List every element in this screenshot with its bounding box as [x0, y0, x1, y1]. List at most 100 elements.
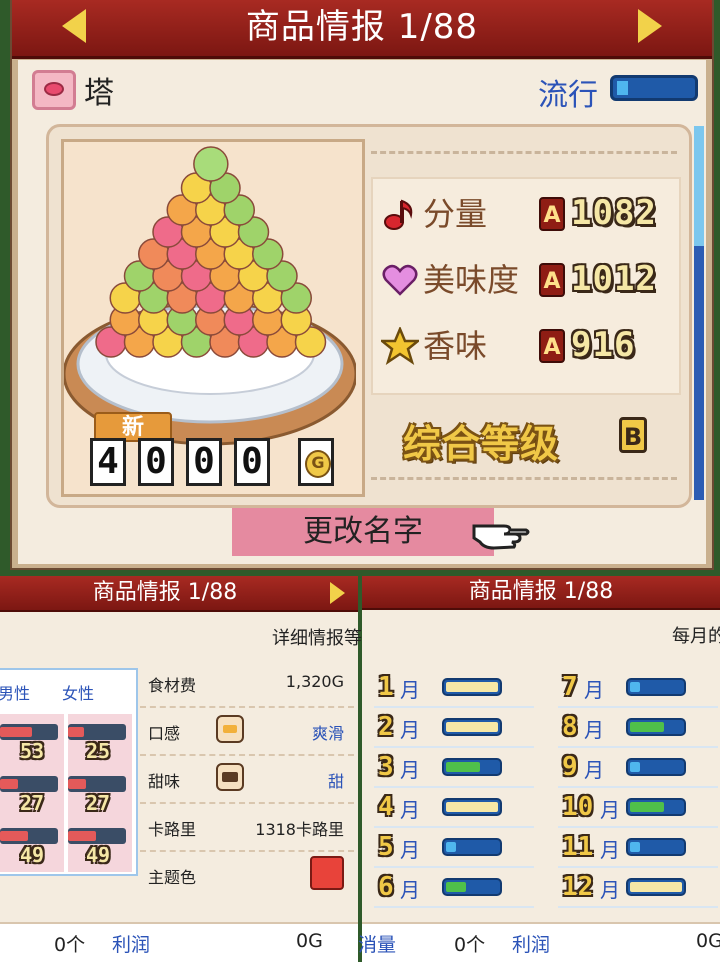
- month-sales-bar: [442, 718, 502, 736]
- month-unit: 月: [584, 758, 604, 782]
- detail-value: 1318卡路里: [255, 820, 344, 839]
- section-title: 详细情报等: [272, 628, 362, 649]
- female-bar: [68, 828, 126, 844]
- month-sales-bar: [626, 838, 686, 856]
- scrollbar-thumb[interactable]: [694, 126, 704, 246]
- panel-header: 商品情报 1/88: [0, 576, 358, 612]
- price-digit: 4: [90, 438, 126, 486]
- overall-grade-badge: B: [619, 417, 647, 453]
- month-row: 1月: [374, 670, 534, 708]
- month-number: 6: [378, 872, 394, 902]
- male-label: 男性: [0, 684, 31, 703]
- panel-header: 商品情报 1/88: [362, 576, 720, 610]
- month-unit: 月: [584, 678, 604, 702]
- music-note-icon: [384, 199, 413, 230]
- month-unit: 月: [400, 718, 420, 742]
- detail-value: 甜: [327, 772, 344, 791]
- month-number: 5: [378, 832, 394, 862]
- month-row: 10 月: [558, 790, 718, 828]
- month-row: 2月: [374, 710, 534, 748]
- star-icon: [381, 327, 419, 365]
- male-bar: [0, 828, 58, 844]
- month-number: 12: [562, 872, 594, 902]
- male-value: 53: [19, 739, 45, 763]
- detail-info-panel: 商品情报 1/88 详细情报等 男性 女性 53 27 49 25 27 49 …: [0, 576, 362, 962]
- detail-list: 食材费 1,320G 口感 爽滑 甜味 甜 卡路里 1318卡路里 主题色: [140, 660, 354, 918]
- month-sales-bar: [442, 798, 502, 816]
- stat-row-aroma: 香味 A 916: [373, 315, 679, 375]
- stats-panel: 分量 A 1082 美味度 A 1012 香味 A 916: [371, 177, 681, 395]
- stat-grade: A: [539, 197, 565, 231]
- month-unit: 月: [600, 798, 620, 822]
- detail-value: 1,320G: [285, 672, 344, 691]
- panel-footer: 消量 0个 利润 0G: [358, 922, 720, 962]
- month-sales-bar: [442, 758, 502, 776]
- month-row: 11 月: [558, 830, 718, 868]
- month-sales-bar: [626, 678, 686, 696]
- male-bar: [0, 724, 58, 740]
- product-image-box: 新 4 0 0 0 G: [61, 139, 365, 497]
- detail-row-calories: 卡路里 1318卡路里: [140, 804, 354, 852]
- product-frame: 新 4 0 0 0 G 分量 A 1082 美味度 A 1012 香味 A 91…: [46, 124, 692, 508]
- stat-label: 分量: [423, 195, 488, 233]
- month-row: 12 月: [558, 870, 718, 908]
- stat-value: 916: [571, 325, 636, 365]
- stat-label: 香味: [423, 327, 488, 365]
- month-number: 3: [378, 752, 394, 782]
- panel-title: 商品情报 1/88: [92, 580, 238, 605]
- month-unit: 月: [584, 718, 604, 742]
- month-row: 4月: [374, 790, 534, 828]
- profit-label: 利润: [112, 934, 151, 956]
- month-sales-bar: [442, 678, 502, 696]
- stat-label: 美味度: [423, 261, 520, 299]
- female-bar: [68, 724, 126, 740]
- profit-label: 利润: [512, 934, 551, 956]
- price-digit: 0: [234, 438, 270, 486]
- price-display: 4 0 0 0 G: [90, 438, 334, 490]
- month-number: 9: [562, 752, 578, 782]
- stat-value: 1082: [571, 193, 657, 233]
- month-number: 1: [378, 672, 394, 702]
- monthly-info-panel: 商品情报 1/88 每月的 1 月 2 月 3 月 4 月 5 月 6 月 7 月 8 月 9 月 10 月 11 月 12…: [358, 576, 720, 962]
- month-sales-bar: [626, 758, 686, 776]
- panel-title: 商品情报 1/88: [245, 7, 479, 47]
- detail-label: 卡路里: [148, 820, 197, 839]
- price-digit: 0: [138, 438, 174, 486]
- trend-label: 流行: [538, 78, 598, 113]
- female-bar: [68, 776, 126, 792]
- detail-label: 主题色: [148, 868, 197, 887]
- gender-panel: 男性 女性 53 27 49 25 27 49: [0, 668, 138, 876]
- panel-title: 商品情报 1/88: [468, 579, 614, 604]
- male-column: 53 27 49: [0, 714, 64, 872]
- price-currency: G: [305, 450, 331, 478]
- month-unit: 月: [400, 838, 420, 862]
- trend-bar-fill: [617, 81, 628, 95]
- lips-icon: [32, 70, 76, 110]
- next-arrow-icon[interactable]: [330, 582, 345, 604]
- count-value: 0个: [454, 934, 486, 956]
- next-arrow-icon[interactable]: [638, 9, 662, 43]
- month-sales-bar: [442, 878, 502, 896]
- sweetness-icon: [216, 763, 244, 791]
- monthly-grid: 1 月 2 月 3 月 4 月 5 月 6 月 7 月 8 月 9 月 10 月 11 月 12 月: [362, 670, 720, 920]
- month-row: 6月: [374, 870, 534, 908]
- month-unit: 月: [400, 678, 420, 702]
- male-bar: [0, 776, 58, 792]
- overall-grade-label: 综合等级: [403, 422, 560, 466]
- stat-grade: A: [539, 329, 565, 363]
- month-number: 8: [562, 712, 578, 742]
- rename-button[interactable]: 更改名字: [232, 508, 494, 556]
- detail-value: 爽滑: [311, 724, 344, 743]
- product-info-panel: 商品情报 1/88 塔 流行 新 4 0 0 0 G 分量 A 1082 美味度…: [10, 0, 714, 570]
- profit-value: 0G: [296, 930, 323, 952]
- sales-label: 消量: [358, 934, 397, 956]
- month-row: 9月: [558, 750, 718, 788]
- month-row: 7月: [558, 670, 718, 708]
- month-row: 3月: [374, 750, 534, 788]
- female-column: 25 27 49: [68, 714, 132, 872]
- section-title: 每月的: [672, 626, 720, 647]
- detail-row-sweetness: 甜味 甜: [140, 756, 354, 804]
- male-value: 27: [19, 791, 45, 815]
- month-number: 10: [562, 792, 594, 822]
- detail-label: 口感: [148, 724, 181, 743]
